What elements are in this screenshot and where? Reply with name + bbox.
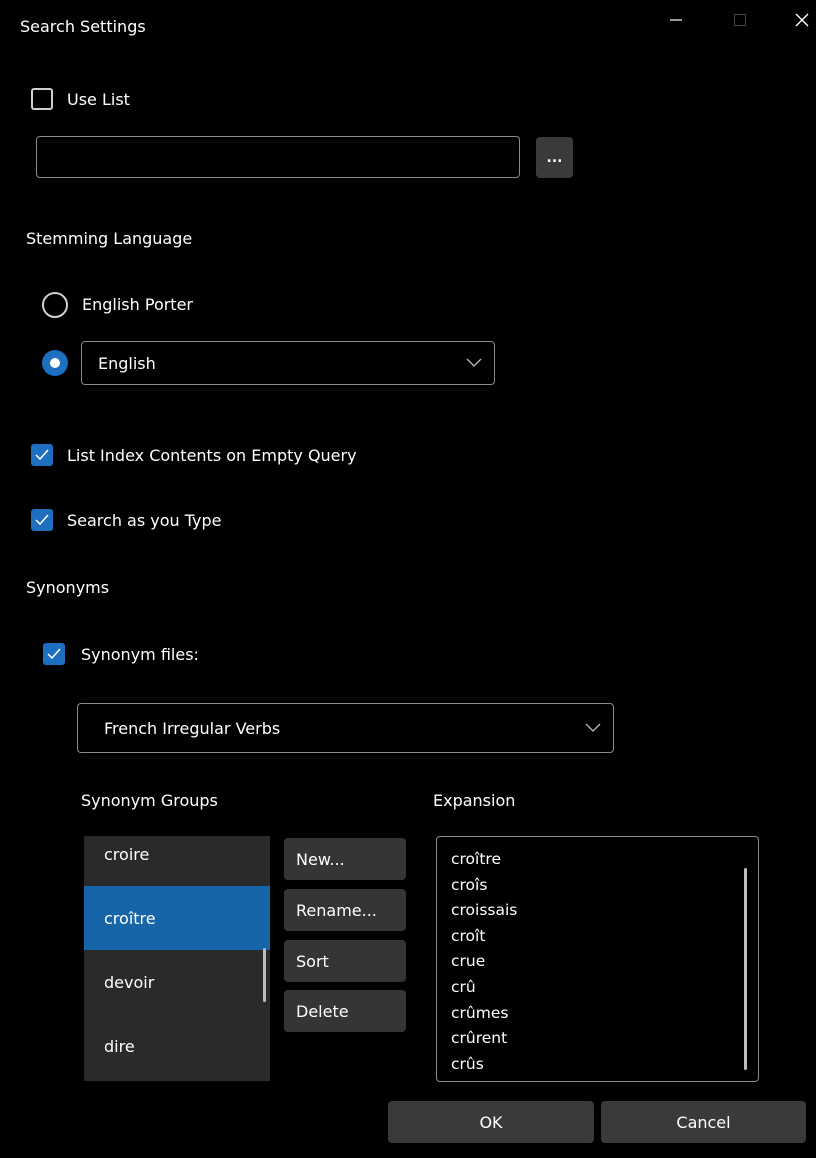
- language-radio[interactable]: [42, 350, 68, 376]
- synonym-files-checkbox[interactable]: [43, 643, 65, 665]
- list-item[interactable]: croître: [84, 886, 270, 950]
- expansion-line: crûrent: [451, 1029, 508, 1048]
- use-list-checkbox[interactable]: [31, 88, 53, 110]
- synonym-files-label: Synonym files:: [81, 645, 199, 664]
- groups-scrollbar-thumb[interactable]: [263, 948, 266, 1002]
- expansion-scrollbar-thumb[interactable]: [744, 868, 747, 1070]
- expansion-line: croître: [451, 850, 501, 868]
- ok-button[interactable]: OK: [388, 1101, 594, 1143]
- list-index-label: List Index Contents on Empty Query: [67, 446, 357, 465]
- synonyms-heading: Synonyms: [26, 578, 110, 597]
- search-as-type-label: Search as you Type: [67, 511, 222, 530]
- list-index-checkbox[interactable]: [31, 444, 53, 466]
- delete-button[interactable]: Delete: [284, 990, 406, 1032]
- checkmark-icon: [35, 449, 49, 461]
- list-item[interactable]: croire: [84, 836, 270, 886]
- list-path-input[interactable]: [36, 136, 520, 178]
- checkmark-icon: [47, 648, 61, 660]
- synonym-file-value: French Irregular Verbs: [104, 718, 281, 738]
- cancel-button[interactable]: Cancel: [601, 1101, 806, 1143]
- chevron-down-icon: [573, 723, 613, 733]
- minimize-button[interactable]: [664, 8, 688, 32]
- close-icon: [795, 13, 809, 27]
- expansion-line: crûs: [451, 1054, 484, 1073]
- expansion-line: crû: [451, 977, 476, 996]
- browse-button[interactable]: ...: [536, 137, 573, 178]
- rename-button[interactable]: Rename...: [284, 889, 406, 931]
- synonym-groups-list[interactable]: croire croître devoir dire: [84, 836, 270, 1081]
- chevron-down-icon: [454, 358, 494, 368]
- sort-button[interactable]: Sort: [284, 940, 406, 982]
- minimize-icon: [670, 19, 682, 21]
- window-title: Search Settings: [20, 17, 146, 36]
- expansion-line: croît: [451, 926, 486, 945]
- new-button[interactable]: New...: [284, 838, 406, 880]
- maximize-button[interactable]: [728, 8, 752, 32]
- synonym-file-dropdown[interactable]: French Irregular Verbs: [77, 703, 614, 753]
- expansion-heading: Expansion: [433, 791, 516, 810]
- expansion-line: croîs: [451, 875, 488, 894]
- expansion-line: crûmes: [451, 1003, 509, 1022]
- stemming-heading: Stemming Language: [26, 229, 193, 248]
- search-as-type-checkbox[interactable]: [31, 509, 53, 531]
- expansion-line: croissais: [451, 901, 518, 920]
- english-porter-label: English Porter: [82, 295, 193, 314]
- stemming-language-dropdown[interactable]: English: [81, 341, 495, 385]
- synonym-groups-heading: Synonym Groups: [81, 791, 218, 810]
- use-list-label: Use List: [67, 90, 130, 109]
- list-item[interactable]: devoir: [84, 950, 270, 1014]
- close-button[interactable]: [790, 8, 814, 32]
- radio-selected-dot: [50, 358, 60, 368]
- list-item[interactable]: dire: [84, 1014, 270, 1078]
- stemming-language-value: English: [98, 353, 156, 373]
- expansion-line: crue: [451, 952, 486, 971]
- expansion-textbox[interactable]: croître croîs croissais croît crue crû c…: [436, 836, 759, 1082]
- english-porter-radio[interactable]: [42, 292, 68, 318]
- maximize-icon: [734, 14, 746, 26]
- checkmark-icon: [35, 514, 49, 526]
